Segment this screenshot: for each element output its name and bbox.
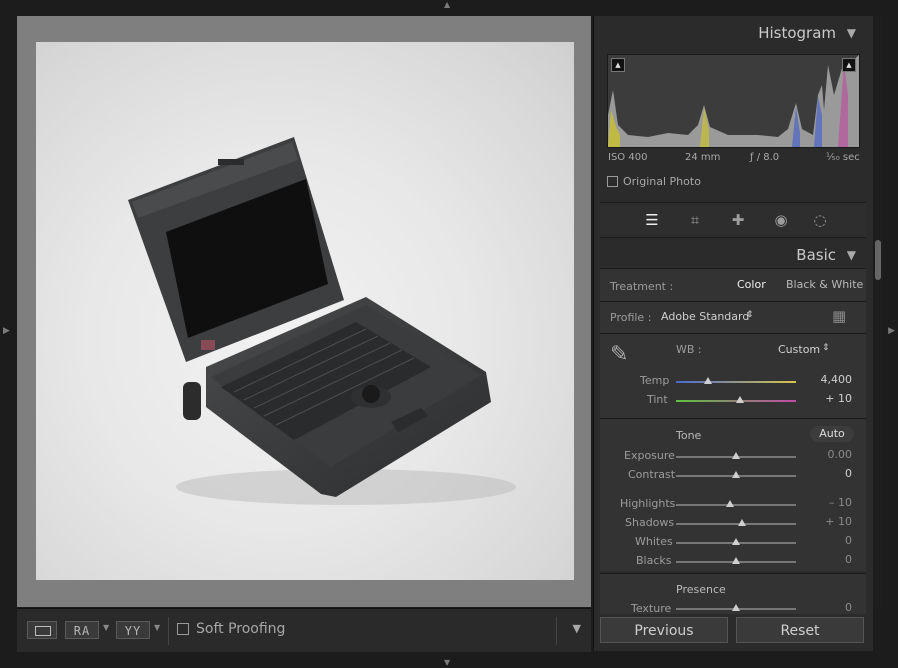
treatment-bw-option[interactable]: Black & White: [786, 278, 863, 291]
develop-right-panel: Histogram ▼ ▲ ▲ ISO 400 24 mm ƒ / 8.0 ¹⁄…: [593, 16, 873, 651]
histogram-graph[interactable]: ▲ ▲: [607, 54, 860, 148]
collapse-triangle-icon[interactable]: ▼: [847, 26, 856, 40]
histogram-title: Histogram: [758, 24, 836, 42]
tint-label: Tint: [647, 393, 668, 406]
soft-proofing-checkbox[interactable]: [177, 623, 189, 635]
exif-focal: 24 mm: [685, 152, 721, 163]
exif-aperture: ƒ / 8.0: [750, 152, 780, 163]
texture-label: Texture: [631, 602, 672, 615]
shadows-label: Shadows: [625, 516, 675, 529]
profile-stepper-icon[interactable]: ⇕: [746, 310, 754, 320]
tone-label: Tone: [676, 429, 702, 442]
soft-proofing-label: Soft Proofing: [196, 621, 286, 637]
original-photo-toggle[interactable]: Original Photo: [607, 175, 701, 188]
exif-iso: ISO 400: [608, 152, 648, 163]
panel-scrollbar-thumb[interactable]: [875, 240, 881, 280]
panel-bottom-buttons: Previous Reset: [593, 617, 872, 647]
histogram-header[interactable]: Histogram ▼: [594, 18, 866, 48]
wb-label: WB :: [676, 343, 702, 356]
shadows-value[interactable]: + 10: [825, 515, 852, 528]
loupe-view-button[interactable]: [27, 621, 57, 639]
chevron-down-icon[interactable]: ▼: [103, 623, 109, 632]
exposure-value[interactable]: 0.00: [828, 448, 853, 461]
temp-value[interactable]: 4,400: [821, 373, 853, 386]
blacks-value[interactable]: 0: [845, 553, 852, 566]
red-eye-icon[interactable]: ◉: [771, 210, 791, 230]
before-after-lr-button[interactable]: RA: [65, 621, 99, 639]
wb-eyedropper-icon[interactable]: ✎: [610, 342, 628, 367]
basic-tone-section: Tone Auto Exposure 0.00 Contrast 0 Highl…: [600, 418, 866, 571]
shadows-slider-knob[interactable]: [738, 519, 746, 526]
blacks-label: Blacks: [636, 554, 672, 567]
contrast-value[interactable]: 0: [845, 467, 852, 480]
left-panel-toggle-icon[interactable]: ▶: [3, 327, 10, 336]
toolbar-divider: [556, 617, 557, 645]
before-after-tb-button[interactable]: YY: [116, 621, 150, 639]
bottom-panel-toggle-icon[interactable]: ▼: [444, 658, 450, 667]
temp-label: Temp: [640, 374, 670, 387]
shadow-clipping-icon[interactable]: ▲: [611, 58, 625, 72]
tint-value[interactable]: + 10: [825, 392, 852, 405]
healing-icon[interactable]: ✚: [728, 210, 748, 230]
temp-slider-knob[interactable]: [704, 377, 713, 384]
laptop-photo: [128, 137, 516, 505]
whites-value[interactable]: 0: [845, 534, 852, 547]
right-panel-toggle-icon[interactable]: ▶: [888, 327, 895, 336]
wb-dropdown[interactable]: Custom: [778, 343, 820, 356]
blacks-slider-knob[interactable]: [732, 557, 740, 564]
top-panel-toggle-icon[interactable]: ▲: [444, 0, 450, 9]
treatment-label: Treatment :: [610, 280, 674, 293]
contrast-slider-knob[interactable]: [732, 471, 740, 478]
presence-label: Presence: [676, 583, 726, 596]
panel-scrollbar[interactable]: [873, 16, 883, 608]
original-photo-label: Original Photo: [623, 175, 701, 188]
highlights-value[interactable]: – 10: [829, 496, 852, 509]
tint-slider-knob[interactable]: [735, 396, 744, 403]
toolbar-menu-chevron-icon[interactable]: ▼: [573, 622, 581, 635]
basic-wb-section: ✎ WB : Custom ⇕ Temp 4,400 Tint + 10: [600, 333, 866, 418]
shadows-slider[interactable]: [676, 523, 796, 525]
masking-icon[interactable]: ◌: [810, 210, 830, 230]
whites-label: Whites: [635, 535, 673, 548]
soft-proofing-toggle[interactable]: Soft Proofing: [177, 621, 285, 637]
basic-presence-section: Presence Texture 0: [600, 573, 866, 615]
tool-strip: ☰ ⌗ ✚ ◉ ◌: [600, 202, 866, 238]
basic-treatment-section: Treatment : Color Black & White Profile …: [600, 268, 866, 333]
profile-dropdown[interactable]: Adobe Standard: [661, 310, 749, 323]
exif-shutter: ¹⁄₅₀ sec: [826, 152, 860, 163]
temp-slider[interactable]: [676, 381, 796, 383]
reset-button[interactable]: Reset: [736, 617, 864, 643]
section-divider: [600, 301, 866, 302]
highlight-clipping-icon[interactable]: ▲: [842, 58, 856, 72]
whites-slider-knob[interactable]: [732, 538, 740, 545]
histogram-curve: [608, 55, 859, 147]
bottom-toolbar: RA ▼ YY ▼ Soft Proofing ▼: [17, 608, 591, 652]
image-viewer[interactable]: [17, 16, 591, 607]
chevron-down-icon[interactable]: ▼: [154, 623, 160, 632]
tone-auto-button[interactable]: Auto: [810, 426, 854, 442]
original-photo-checkbox[interactable]: [607, 176, 618, 187]
crop-icon[interactable]: ⌗: [685, 210, 705, 230]
collapse-triangle-icon[interactable]: ▼: [847, 248, 856, 262]
profile-label: Profile :: [610, 311, 652, 324]
profile-browser-grid-icon[interactable]: ▦: [832, 307, 846, 325]
photo-preview[interactable]: [36, 42, 574, 580]
highlights-slider[interactable]: [676, 504, 796, 506]
loupe-view-icon: [35, 626, 51, 636]
contrast-label: Contrast: [628, 468, 676, 481]
exposure-label: Exposure: [624, 449, 675, 462]
highlights-slider-knob[interactable]: [726, 500, 734, 507]
previous-button[interactable]: Previous: [600, 617, 728, 643]
basic-title: Basic: [796, 246, 836, 264]
treatment-color-option[interactable]: Color: [737, 278, 766, 291]
edit-sliders-icon[interactable]: ☰: [642, 210, 662, 230]
basic-header[interactable]: Basic ▼: [594, 240, 866, 270]
toolbar-divider: [168, 617, 169, 645]
texture-value[interactable]: 0: [845, 601, 852, 614]
highlights-label: Highlights: [620, 497, 676, 510]
wb-stepper-icon[interactable]: ⇕: [822, 343, 830, 353]
exposure-slider-knob[interactable]: [732, 452, 740, 459]
texture-slider-knob[interactable]: [732, 604, 740, 611]
